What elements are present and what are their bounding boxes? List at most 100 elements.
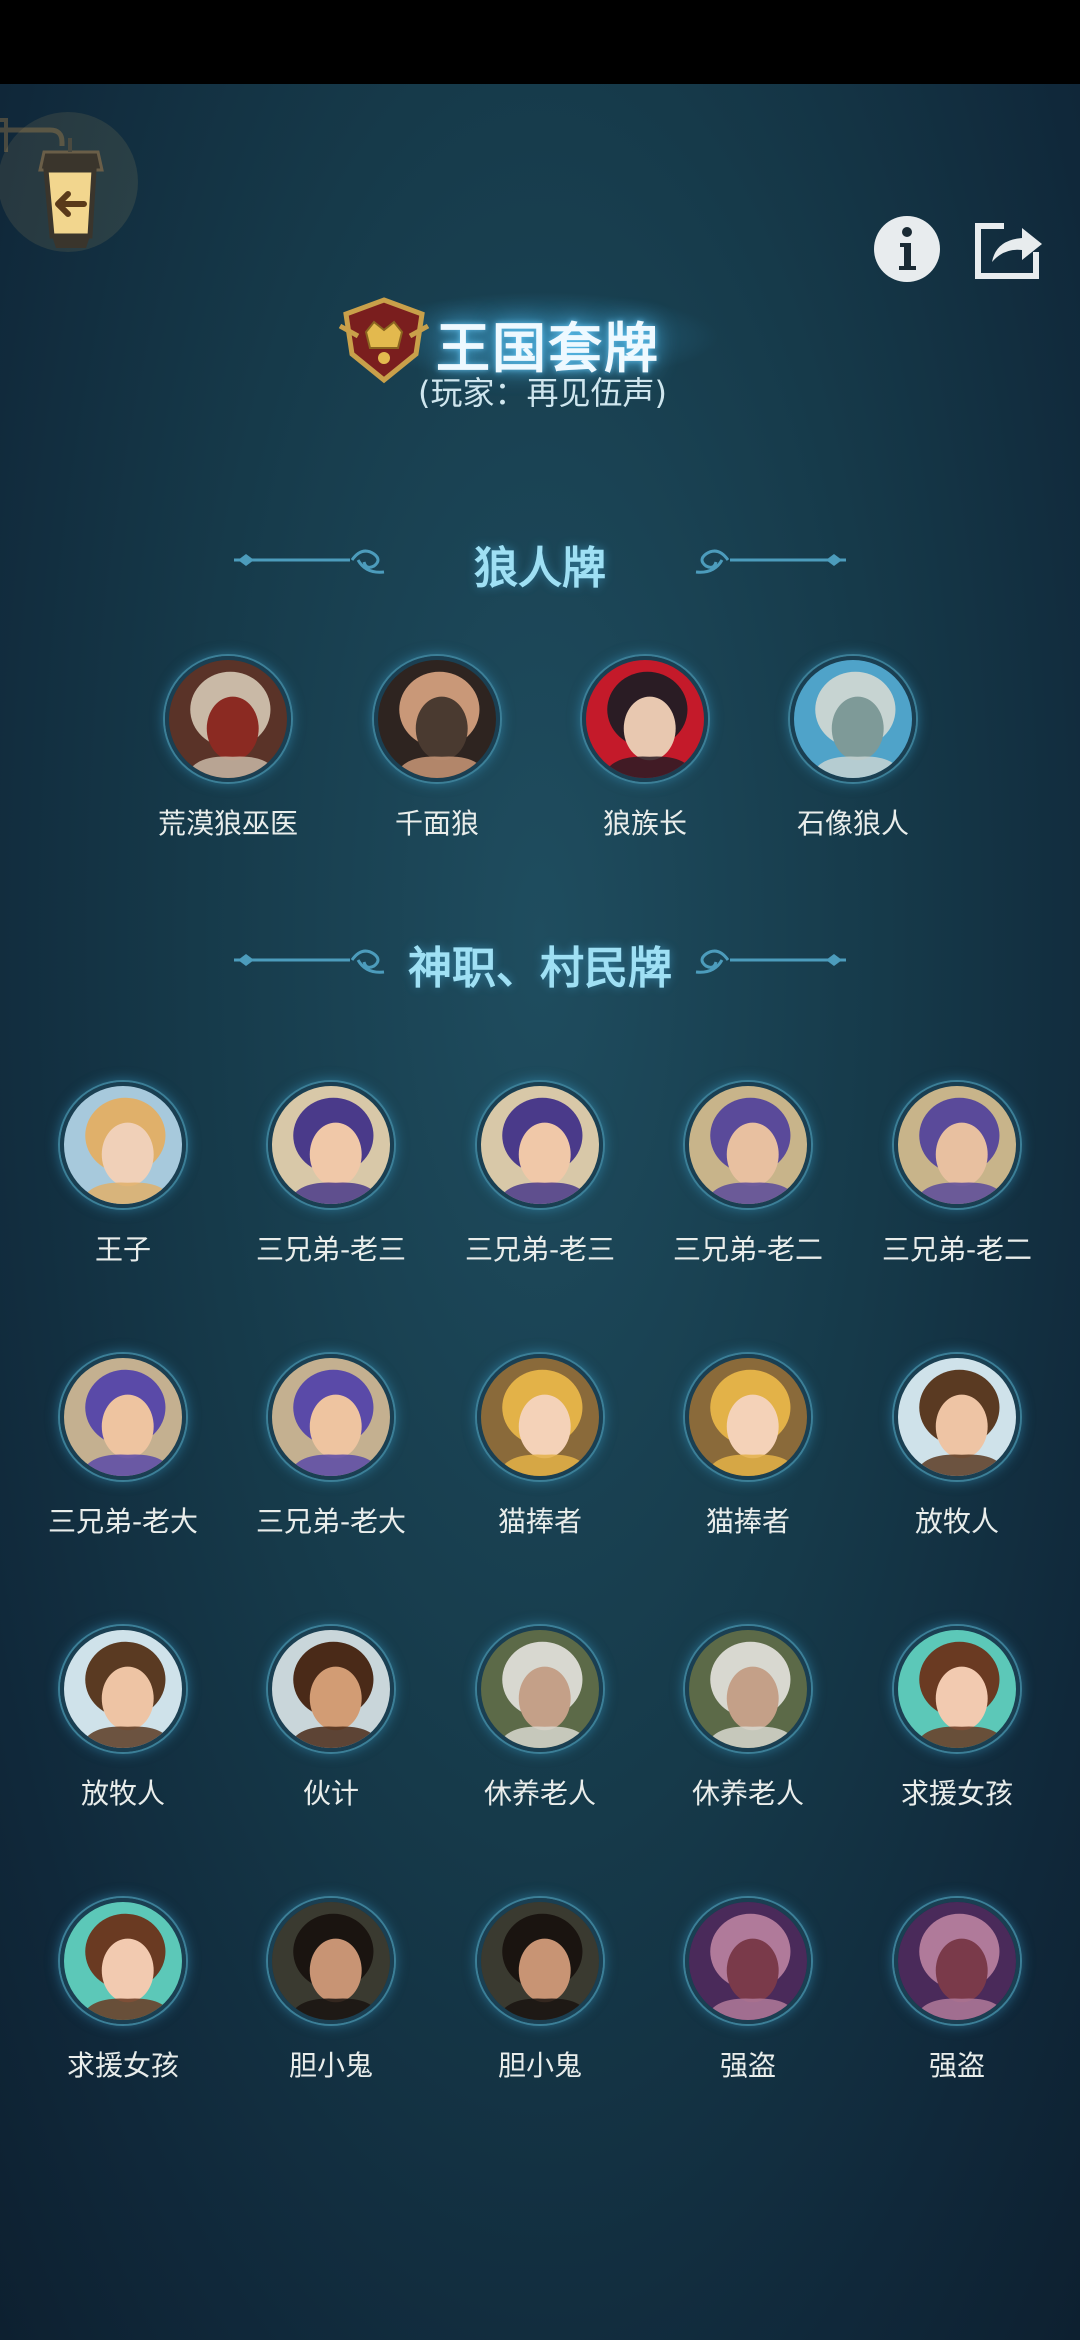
role-name: 三兄弟-老大 (47, 1505, 199, 1538)
role-name: 三兄弟-老三 (255, 1233, 407, 1266)
role-card[interactable]: 强盗 (862, 1898, 1052, 2098)
role-name: 三兄弟-老二 (672, 1233, 824, 1266)
curly-blonde-girl-portrait (689, 1358, 807, 1476)
role-card[interactable]: 休养老人 (445, 1626, 635, 1826)
role-name: 猫捧者 (497, 1505, 582, 1538)
role-portrait (685, 1354, 811, 1480)
role-portrait (685, 1626, 811, 1752)
brown-hair-girl-portrait (64, 1902, 182, 2020)
role-card[interactable]: 放牧人 (28, 1626, 218, 1826)
role-portrait (60, 1626, 186, 1752)
role-portrait (582, 656, 708, 782)
role-portrait (477, 1626, 603, 1752)
brown-hair-shepherd-portrait (898, 1358, 1016, 1476)
long-dark-hair-man-portrait (481, 1902, 599, 2020)
bald-eyepatch-bandit-portrait (898, 1902, 1016, 2020)
back-button[interactable] (0, 112, 145, 302)
role-card[interactable]: 强盗 (653, 1898, 843, 2098)
role-portrait (790, 656, 916, 782)
role-card[interactable]: 千面狼 (342, 656, 532, 856)
role-card[interactable]: 猫捧者 (445, 1354, 635, 1554)
role-portrait (268, 1354, 394, 1480)
role-name: 荒漠狼巫医 (157, 807, 298, 840)
bearded-man-portrait (272, 1630, 390, 1748)
old-white-haired-woman-portrait (481, 1630, 599, 1748)
violinist-purple-hair-portrait (272, 1086, 390, 1204)
role-name: 强盗 (719, 2049, 776, 2082)
horned-wolf-shaman-portrait (169, 660, 287, 778)
role-card[interactable]: 三兄弟-老三 (236, 1082, 426, 1282)
share-button[interactable] (972, 212, 1046, 286)
role-card[interactable]: 狼族长 (550, 656, 740, 856)
role-portrait (374, 656, 500, 782)
role-name: 三兄弟-老大 (255, 1505, 407, 1538)
role-portrait (268, 1082, 394, 1208)
role-card[interactable]: 伙计 (236, 1626, 426, 1826)
long-dark-hair-man-portrait (272, 1902, 390, 2020)
role-card[interactable]: 荒漠狼巫医 (133, 656, 323, 856)
violinist-purple-hair-portrait (481, 1086, 599, 1204)
role-card[interactable]: 王子 (28, 1082, 218, 1282)
role-portrait (685, 1898, 811, 2024)
role-portrait (60, 1898, 186, 2024)
purple-hair-musician-portrait (689, 1086, 807, 1204)
role-portrait (685, 1082, 811, 1208)
role-name: 猫捧者 (705, 1505, 790, 1538)
role-card[interactable]: 三兄弟-老大 (28, 1354, 218, 1554)
role-name: 三兄弟-老二 (881, 1233, 1033, 1266)
role-card[interactable]: 胆小鬼 (445, 1898, 635, 2098)
right-ornament-icon (695, 549, 846, 574)
role-portrait (894, 1898, 1020, 2024)
role-card[interactable]: 三兄弟-老三 (445, 1082, 635, 1282)
role-portrait (165, 656, 291, 782)
info-button[interactable] (870, 212, 944, 286)
role-name: 胆小鬼 (497, 2049, 582, 2082)
info-icon (874, 216, 940, 282)
role-name: 千面狼 (394, 807, 479, 840)
role-name: 伙计 (302, 1777, 359, 1810)
role-name: 放牧人 (80, 1777, 165, 1810)
role-name: 王子 (94, 1233, 151, 1266)
wolf-chief-red-banner-portrait (586, 660, 704, 778)
role-portrait (894, 1354, 1020, 1480)
brown-hair-girl-portrait (898, 1630, 1016, 1748)
role-card[interactable]: 三兄弟-老二 (653, 1082, 843, 1282)
purple-hair-young-man-portrait (64, 1358, 182, 1476)
old-white-haired-woman-portrait (689, 1630, 807, 1748)
role-portrait (894, 1082, 1020, 1208)
deck-header: 王国套牌 (玩家：再见伍声) (0, 290, 1080, 420)
role-card[interactable]: 求援女孩 (28, 1898, 218, 2098)
right-ornament-icon (695, 949, 846, 974)
role-card[interactable]: 胆小鬼 (236, 1898, 426, 2098)
role-name: 求援女孩 (66, 2049, 179, 2082)
role-portrait (268, 1898, 394, 2024)
role-card[interactable]: 放牧人 (862, 1354, 1052, 1554)
villager-section-title: 神职、村民牌 (408, 943, 672, 994)
crown-shield-emblem-icon (338, 297, 430, 384)
role-card[interactable]: 三兄弟-老二 (862, 1082, 1052, 1282)
role-name: 三兄弟-老三 (464, 1233, 616, 1266)
werewolf-section-title: 狼人牌 (474, 543, 606, 594)
role-portrait (60, 1082, 186, 1208)
lantern-back-arrow-icon (0, 112, 138, 252)
role-name: 石像狼人 (796, 807, 909, 840)
role-name: 放牧人 (914, 1505, 999, 1538)
role-portrait (477, 1898, 603, 2024)
role-card[interactable]: 休养老人 (653, 1626, 843, 1826)
stone-wolf-statue-portrait (794, 660, 912, 778)
role-card[interactable]: 三兄弟-老大 (236, 1354, 426, 1554)
role-portrait (477, 1354, 603, 1480)
bald-eyepatch-bandit-portrait (689, 1902, 807, 2020)
role-name: 强盗 (928, 2049, 985, 2082)
role-name: 休养老人 (691, 1777, 804, 1810)
role-card[interactable]: 求援女孩 (862, 1626, 1052, 1826)
role-name: 狼族长 (602, 807, 687, 840)
role-name: 休养老人 (483, 1777, 596, 1810)
role-name: 胆小鬼 (288, 2049, 373, 2082)
purple-hair-young-man-portrait (272, 1358, 390, 1476)
werewolf-section-header: 狼人牌 (0, 524, 1080, 594)
deck-player-label: (玩家：再见伍声) (418, 374, 667, 412)
role-card[interactable]: 石像狼人 (758, 656, 948, 856)
role-name: 求援女孩 (900, 1777, 1013, 1810)
role-card[interactable]: 猫捧者 (653, 1354, 843, 1554)
